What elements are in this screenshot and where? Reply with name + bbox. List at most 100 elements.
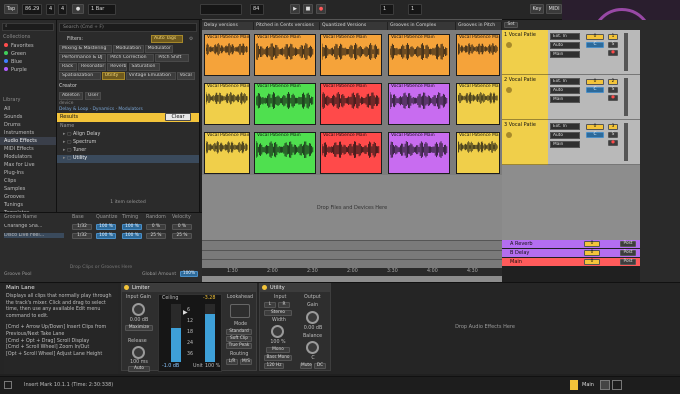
result-item[interactable]: ▸ ▢ Tuner — [57, 147, 199, 155]
play-button[interactable]: ▶ — [290, 4, 300, 14]
groove-cell[interactable]: 0 % — [172, 224, 192, 230]
filter-tag[interactable]: Mixing & Mastering — [59, 45, 112, 53]
groove-cell[interactable]: 100 % — [96, 233, 116, 239]
audio-clip[interactable]: Vocal Patience Main — [388, 34, 450, 76]
arm-button[interactable]: ● — [608, 140, 618, 146]
return-volume-field[interactable]: 0 — [584, 259, 600, 265]
timeline-ruler[interactable]: 1:30 2:00 2:30 2:00 3:30 4:00 4:30 — [202, 268, 502, 276]
filter-tag[interactable]: Vintage Emulation — [125, 72, 176, 80]
track-number-button[interactable]: 3 — [608, 124, 618, 130]
filter-tag[interactable]: Vocal — [176, 72, 195, 80]
library-item[interactable]: Grooves — [0, 193, 56, 201]
clear-button[interactable]: Clear — [165, 113, 191, 121]
filter-tag[interactable]: Resonator — [78, 63, 107, 71]
link-modulators[interactable]: Modulators — [118, 107, 142, 112]
input-type-menu[interactable]: Ext. In — [550, 78, 580, 85]
mode-standard-button[interactable]: Standard — [226, 329, 252, 335]
return-track[interactable]: Main 0 Post — [502, 258, 640, 266]
set-button[interactable]: Set — [504, 22, 518, 28]
channel-right-button[interactable]: R — [278, 302, 290, 308]
sig-den-field[interactable]: 4 — [58, 4, 67, 15]
input-type-menu[interactable]: Ext. In — [550, 123, 580, 130]
auto-release-button[interactable]: Auto — [128, 366, 150, 372]
creator-tag-ableton[interactable]: Ableton — [59, 92, 83, 100]
output-menu[interactable]: Main — [550, 51, 580, 58]
track-activator-icon[interactable] — [506, 42, 512, 48]
search-input[interactable]: Search (Cmd + F) — [59, 23, 197, 32]
device-on-icon[interactable] — [124, 285, 129, 290]
monitor-menu[interactable]: Auto — [550, 132, 580, 139]
filter-tag[interactable]: Saturation — [128, 63, 160, 71]
tap-button[interactable]: Tap — [4, 4, 18, 14]
audio-clip[interactable]: Vocal Patience Main — [456, 34, 500, 76]
drop-area[interactable]: Drop Files and Devices Here — [202, 175, 502, 240]
return-post-button[interactable]: Post — [620, 241, 636, 247]
groove-cell[interactable]: 1/32 — [72, 233, 92, 239]
volume-field[interactable]: 0 — [586, 79, 604, 85]
audio-clip[interactable]: Vocal Patience Main — [204, 83, 250, 125]
monitor-menu[interactable]: Auto — [550, 42, 580, 49]
audio-clip[interactable]: Vocal Patience Main — [388, 132, 450, 174]
groove-cell[interactable]: 100 % — [96, 224, 116, 230]
groove-cell[interactable]: Disco Live Feel... — [4, 233, 64, 238]
library-item[interactable]: Drums — [0, 121, 56, 129]
audio-clip[interactable]: Vocal Patience Main — [204, 34, 250, 76]
quantize-menu[interactable]: 1 Bar — [88, 4, 116, 15]
global-amount-field[interactable]: 100% — [180, 271, 198, 277]
arm-button[interactable]: ● — [608, 95, 618, 101]
return-volume-field[interactable]: 0 — [584, 241, 600, 247]
groove-cell[interactable]: 0 % — [146, 224, 166, 230]
filter-tag[interactable]: Reverb — [107, 63, 128, 71]
track-activator-icon[interactable] — [506, 132, 512, 138]
routing-ms-button[interactable]: M/S — [240, 359, 252, 365]
track-number-button[interactable]: 1 — [608, 34, 618, 40]
return-track[interactable]: B Delay 0 Post — [502, 249, 640, 257]
routing-lr-button[interactable]: L/R — [226, 359, 238, 365]
solo-button[interactable]: S — [608, 42, 618, 48]
width-knob[interactable] — [271, 325, 284, 338]
locator-label[interactable]: Quantized Versions — [320, 22, 388, 30]
audio-clip[interactable]: Vocal Patience Main — [204, 132, 250, 174]
channel-left-button[interactable]: L — [264, 302, 276, 308]
library-item[interactable]: Modulators — [0, 153, 56, 161]
bass-freq-field[interactable]: 120 Hz — [264, 363, 284, 369]
link-dynamics[interactable]: Dynamics — [93, 107, 115, 112]
result-item[interactable]: ▸ ▢ Align Delay — [57, 131, 199, 139]
auto-tags-toggle[interactable]: Auto Tags — [151, 35, 183, 43]
audio-clip[interactable]: Vocal Patience Main — [456, 83, 500, 125]
track-number-button[interactable]: 2 — [608, 79, 618, 85]
pan-field[interactable]: C — [586, 132, 604, 138]
monitor-menu[interactable]: Auto — [550, 87, 580, 94]
arm-button[interactable]: ● — [608, 50, 618, 56]
midi-map-button[interactable]: MIDI — [546, 4, 562, 14]
solo-button[interactable]: S — [608, 132, 618, 138]
groove-cell[interactable]: 1/32 — [72, 224, 92, 230]
maximize-button[interactable]: Maximize — [125, 325, 153, 331]
arrangement-view-icon[interactable] — [600, 380, 610, 390]
audio-clip[interactable]: Vocal Patience Main — [388, 83, 450, 125]
output-menu[interactable]: Main — [550, 96, 580, 103]
collection-item[interactable]: Blue — [0, 58, 56, 66]
settings-icon[interactable]: ⚙ — [189, 35, 193, 44]
library-item[interactable]: Instruments — [0, 129, 56, 137]
library-item[interactable]: Samples — [0, 185, 56, 193]
track-header[interactable]: 2 Vocal Patie — [502, 75, 548, 120]
dc-button[interactable]: DC — [314, 363, 326, 369]
filter-tag[interactable]: Performance & DJ — [59, 54, 107, 62]
locator-label[interactable]: Pitched in Cents versions — [254, 22, 320, 30]
library-item[interactable]: Sounds — [0, 113, 56, 121]
gain-knob[interactable] — [306, 311, 319, 324]
library-item[interactable]: Audio Effects — [0, 137, 56, 145]
filter-tag[interactable]: Spatialization — [59, 72, 101, 80]
track-header[interactable]: 1 Vocal Patie — [502, 30, 548, 75]
ceiling-handle-icon[interactable]: ▶ — [183, 309, 188, 316]
bass-mono-button[interactable]: Bass Mono — [264, 355, 292, 361]
filter-tag[interactable]: Rack — [59, 63, 77, 71]
result-item[interactable]: ▸ ▢ Utility — [57, 155, 199, 163]
locator-label[interactable]: Grooves in Complex — [388, 22, 456, 30]
info-toggle-icon[interactable] — [4, 381, 12, 389]
audio-clip[interactable]: Vocal Patience Main — [320, 132, 382, 174]
loop-start-field[interactable]: 1 — [380, 4, 394, 15]
library-item[interactable]: Max for Live — [0, 161, 56, 169]
collection-item[interactable]: Favorites — [0, 42, 56, 50]
